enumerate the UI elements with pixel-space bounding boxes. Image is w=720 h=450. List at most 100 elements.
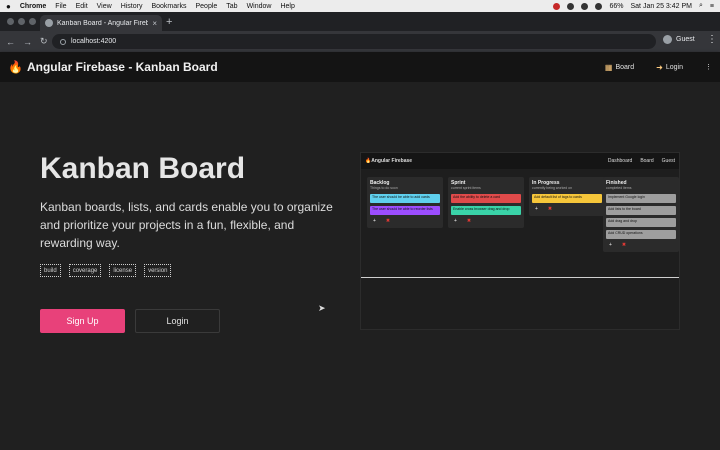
list-subtitle: completed items (606, 186, 632, 190)
reload-icon[interactable]: ↻ (40, 36, 48, 47)
tab-favicon-icon (45, 19, 53, 27)
list-card: Add drag and drop (606, 218, 676, 227)
flame-logo-icon: 🔥 (8, 60, 23, 74)
macos-menubar: ● Chrome File Edit View History Bookmark… (0, 0, 720, 12)
list-card: Add lists to the board (606, 206, 676, 215)
list-card: The user should be able to add cards (370, 194, 440, 203)
browser-menu-icon[interactable]: ⋮ (707, 34, 717, 45)
close-window-button[interactable] (7, 18, 14, 25)
signup-button[interactable]: Sign Up (40, 309, 125, 333)
board-nav-button[interactable]: ▦ Board (605, 63, 634, 72)
hero-description: Kanban boards, lists, and cards enable y… (40, 200, 333, 250)
preview-header: 🔥 Angular Firebase Dashboard Board Guest (361, 153, 679, 169)
address-bar[interactable]: localhost:4200 (52, 34, 656, 49)
list-footer: + ✖ (451, 218, 521, 224)
delete-list-icon: ✖ (547, 206, 553, 212)
preview-divider (361, 277, 679, 278)
preview-brand: Angular Firebase (371, 158, 413, 164)
preview-list-finished: Finished completed items Implement Googl… (603, 177, 679, 252)
minimize-window-button[interactable] (18, 18, 25, 25)
window-controls (7, 18, 36, 25)
list-subtitle: Things to do soon (370, 186, 398, 190)
list-card: Add CRUD operations (606, 230, 676, 239)
list-card: Add the ability to delete a card (451, 194, 521, 203)
add-card-icon: + (535, 206, 538, 212)
browser-tab[interactable]: Kanban Board - Angular Firebase × (40, 15, 162, 31)
list-footer: + ✖ (532, 206, 602, 212)
menu-list-icon[interactable]: ≡ (710, 3, 714, 10)
menubar-item-help[interactable]: Help (280, 3, 294, 10)
browser-tabstrip: Kanban Board - Angular Firebase × + (0, 12, 720, 31)
app-header: 🔥 Angular Firebase - Kanban Board ▦ Boar… (0, 52, 720, 82)
mouse-cursor-icon: ➤ (318, 303, 326, 313)
tab-title: Kanban Board - Angular Firebase (57, 19, 149, 27)
main-content: Kanban Board Kanban boards, lists, and c… (0, 82, 720, 450)
flag-icon[interactable] (567, 2, 575, 10)
preview-action-dashboard: Dashboard (607, 158, 633, 164)
login-button[interactable]: Login (135, 309, 220, 333)
preview-list-in-progress: In Progress currently being worked on Ad… (529, 177, 605, 216)
list-card: Enable cross browser drag and drop (451, 206, 521, 215)
badge-coverage[interactable]: coverage (68, 264, 102, 277)
menubar-datetime[interactable]: Sat Jan 25 3:42 PM (631, 3, 692, 10)
profile-label: Guest (676, 36, 695, 43)
profile-avatar-icon (663, 35, 672, 44)
preview-action-guest: Guest (661, 158, 675, 164)
recording-icon[interactable] (553, 2, 561, 10)
badge-license[interactable]: license (109, 264, 137, 277)
search-icon[interactable]: ⌕ (699, 2, 703, 10)
menubar-app-name[interactable]: Chrome (20, 3, 46, 10)
site-info-icon[interactable] (60, 38, 66, 45)
list-card: Implement Google login (606, 194, 676, 203)
menubar-item-file[interactable]: File (55, 3, 66, 10)
back-icon[interactable]: ← (6, 37, 15, 47)
preview-list-sprint: Sprint current sprint items Add the abil… (448, 177, 524, 228)
hero-title: Kanban Board (40, 152, 246, 185)
menubar-item-edit[interactable]: Edit (76, 3, 88, 10)
address-bar-url[interactable]: localhost:4200 (71, 38, 116, 45)
menubar-item-tab[interactable]: Tab (226, 3, 237, 10)
list-footer: + ✖ (370, 218, 440, 224)
preview-action-board: Board (640, 158, 654, 164)
badge-version[interactable]: version (144, 264, 172, 277)
new-tab-button[interactable]: + (166, 16, 172, 28)
preview-actions: Dashboard Board Guest (608, 158, 675, 164)
more-menu-icon[interactable]: ⋮ (705, 63, 712, 71)
apple-icon[interactable]: ● (6, 2, 11, 11)
menubar-item-view[interactable]: View (97, 3, 112, 10)
board-icon: ▦ (604, 62, 613, 72)
preview-list-backlog: Backlog Things to do soon The user shoul… (367, 177, 443, 228)
profile-button[interactable]: Guest (663, 35, 695, 44)
login-icon: ➜ (656, 62, 663, 72)
login-nav-button[interactable]: ➜ Login (656, 63, 683, 72)
list-footer: + ✖ (606, 242, 676, 248)
delete-list-icon: ✖ (466, 218, 472, 224)
list-subtitle: currently being worked on (532, 186, 573, 190)
list-card: Add default list of tags to cards (532, 194, 602, 203)
add-card-icon: + (609, 242, 612, 248)
battery-percent[interactable]: 66% (609, 3, 623, 10)
board-nav-label: Board (615, 63, 635, 71)
tab-close-icon[interactable]: × (152, 19, 157, 28)
delete-list-icon: ✖ (621, 242, 627, 248)
add-card-icon: + (373, 218, 376, 224)
wifi-icon[interactable] (595, 2, 603, 10)
menubar-status-area: 66% Sat Jan 25 3:42 PM ⌕ ≡ (553, 2, 714, 10)
app-preview-image: 🔥 Angular Firebase Dashboard Board Guest… (360, 152, 680, 330)
menubar-item-bookmarks[interactable]: Bookmarks (151, 3, 186, 10)
bluetooth-icon[interactable] (581, 2, 589, 10)
delete-list-icon: ✖ (385, 218, 391, 224)
forward-icon[interactable]: → (23, 37, 32, 47)
menubar-item-history[interactable]: History (121, 3, 143, 10)
zoom-window-button[interactable] (29, 18, 36, 25)
header-actions: ▦ Board ➜ Login ⋮ (605, 63, 712, 72)
menubar-item-people[interactable]: People (195, 3, 217, 10)
menubar-item-window[interactable]: Window (247, 3, 272, 10)
badge-build[interactable]: build (40, 264, 61, 277)
browser-toolbar: ← → ↻ localhost:4200 Guest ⋮ (0, 31, 720, 52)
add-card-icon: + (454, 218, 457, 224)
app-brand[interactable]: Angular Firebase - Kanban Board (27, 60, 218, 74)
list-subtitle: current sprint items (451, 186, 481, 190)
badge-row: build coverage license version (40, 264, 172, 277)
login-nav-label: Login (665, 63, 683, 71)
